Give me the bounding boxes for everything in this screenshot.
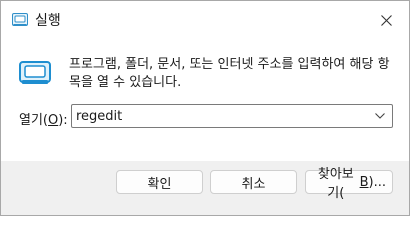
- run-dialog: 실행 프로그램, 폴더, 문서, 또는 인터넷 주소를 입력하여 해당 항목을 …: [0, 0, 410, 216]
- open-label-accesskey: O: [48, 113, 59, 128]
- run-app-icon: [12, 13, 28, 27]
- open-field-label: 열기(O):: [19, 109, 68, 128]
- browse-label-prefix: 찾아보기(: [317, 167, 354, 201]
- cancel-button[interactable]: 취소: [210, 170, 297, 194]
- window-title: 실행: [35, 13, 61, 29]
- close-icon: [380, 14, 392, 26]
- title-bar: 실행: [1, 1, 409, 39]
- dialog-description: 프로그램, 폴더, 문서, 또는 인터넷 주소를 입력하여 해당 항목을 열 수…: [69, 57, 390, 90]
- browse-button[interactable]: 찾아보기( B)...: [305, 167, 393, 201]
- open-input[interactable]: [76, 106, 366, 126]
- run-icon: [19, 61, 51, 85]
- dropdown-button[interactable]: [370, 106, 390, 126]
- browse-label-accesskey: B: [359, 174, 369, 190]
- open-combobox[interactable]: [71, 104, 393, 128]
- browse-label-suffix: )...: [368, 174, 386, 190]
- ok-button[interactable]: 확인: [116, 170, 203, 194]
- close-button[interactable]: [363, 1, 409, 39]
- chevron-down-icon: [375, 113, 385, 119]
- open-label-prefix: 열기(: [19, 113, 48, 128]
- open-label-suffix: ):: [58, 113, 68, 128]
